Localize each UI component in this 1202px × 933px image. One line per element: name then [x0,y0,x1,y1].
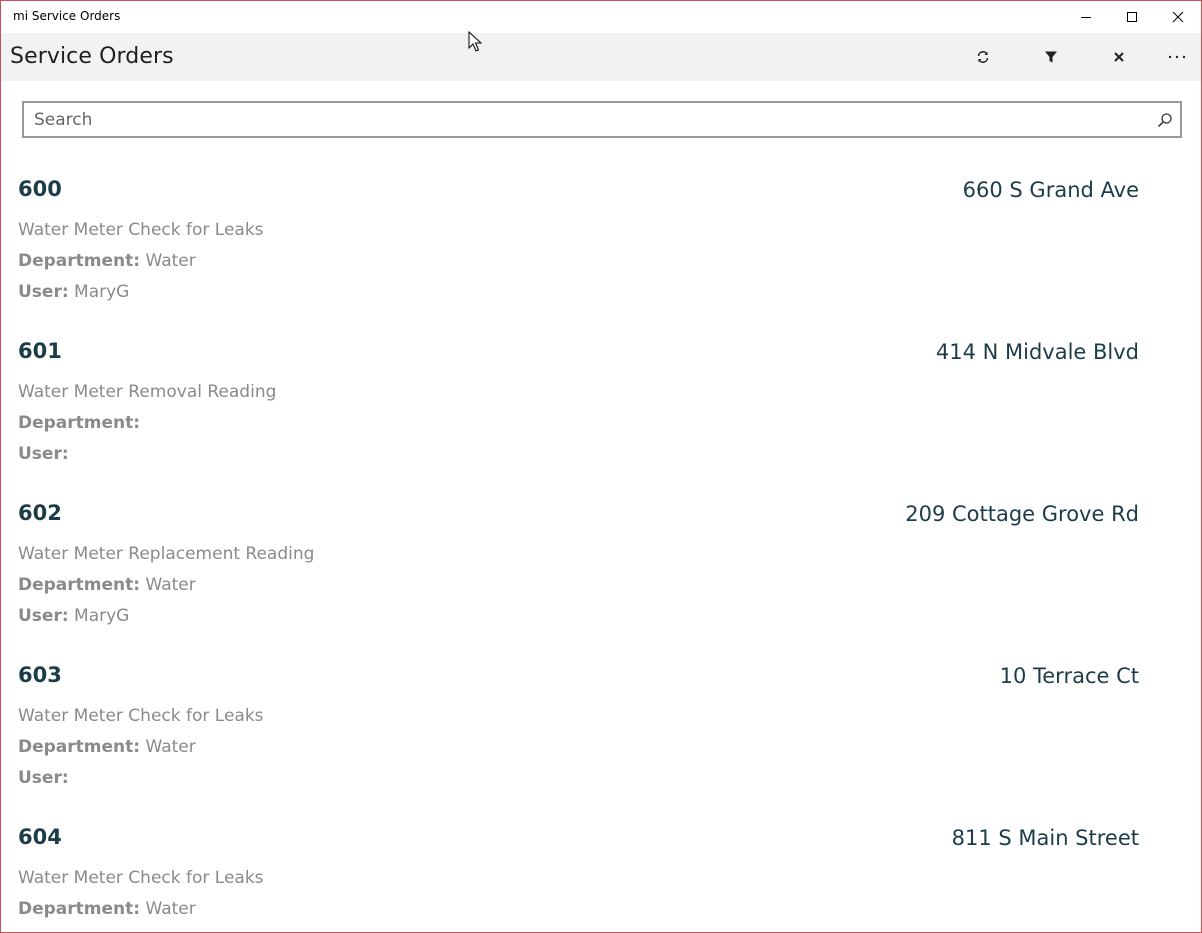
window-close-button[interactable] [1155,1,1201,33]
search-box [22,101,1182,138]
order-user: User: MaryG [18,282,129,302]
user-label: User: [18,282,69,302]
user-value: MaryG [74,282,130,302]
window-title: mi Service Orders [13,9,121,23]
order-number: 602 [18,501,62,525]
more-icon [1168,55,1186,59]
user-label: User: [18,768,69,788]
user-label: User: [18,606,69,626]
service-order-item[interactable]: 603 10 Terrace Ct Water Meter Check for … [1,649,1201,811]
order-number: 603 [18,663,62,687]
department-value: Water [145,899,196,919]
department-value: Water [145,737,196,757]
refresh-button[interactable] [959,33,1007,81]
order-department: Department: Water [18,575,196,595]
department-label: Department: [18,737,141,757]
refresh-icon [977,51,989,63]
department-value: Water [145,251,196,271]
order-department: Department: Water [18,737,196,757]
order-number: 601 [18,339,62,363]
order-address: 414 N Midvale Blvd [935,340,1139,364]
order-department: Department: Water [18,899,196,919]
search-icon[interactable] [1156,111,1174,129]
order-number: 600 [18,177,62,201]
order-description: Water Meter Check for Leaks [18,220,264,240]
order-description: Water Meter Check for Leaks [18,706,264,726]
order-user: User: [18,444,69,464]
order-address: 209 Cottage Grove Rd [905,502,1139,526]
order-description: Water Meter Removal Reading [18,382,277,402]
order-description: Water Meter Check for Leaks [18,868,264,888]
filter-button[interactable] [1027,33,1075,81]
order-address: 660 S Grand Ave [962,178,1139,202]
mouse-pointer-icon [468,31,482,52]
close-icon [1114,52,1124,62]
maximize-button[interactable] [1109,1,1155,33]
service-order-item[interactable]: 602 209 Cottage Grove Rd Water Meter Rep… [1,487,1201,649]
service-order-item[interactable]: 604 811 S Main Street Water Meter Check … [1,811,1201,932]
title-bar: mi Service Orders [1,1,1201,33]
filter-icon [1045,51,1057,63]
page-title: Service Orders [10,44,174,69]
app-window: mi Service Orders Service Orders Search … [0,0,1202,933]
command-bar: Service Orders [1,33,1201,81]
search-input[interactable] [24,103,1144,136]
order-address: 10 Terrace Ct [999,664,1139,688]
order-department: Department: Water [18,251,196,271]
user-label: User: [18,444,69,464]
minimize-icon [1081,17,1091,18]
order-address: 811 S Main Street [951,826,1139,850]
service-order-item[interactable]: 600 660 S Grand Ave Water Meter Check fo… [1,163,1201,325]
close-icon [1172,11,1184,23]
department-label: Department: [18,251,141,271]
order-user: User: [18,768,69,788]
order-department: Department: [18,413,140,433]
minimize-button[interactable] [1063,1,1109,33]
more-button[interactable] [1153,33,1201,81]
maximize-icon [1127,12,1137,22]
department-label: Department: [18,575,141,595]
order-user: User: MaryG [18,606,129,626]
department-label: Department: [18,899,141,919]
order-description: Water Meter Replacement Reading [18,544,315,564]
service-order-list: 600 660 S Grand Ave Water Meter Check fo… [1,163,1201,932]
department-label: Department: [18,413,141,433]
department-value: Water [145,575,196,595]
user-value: MaryG [74,606,130,626]
service-order-item[interactable]: 601 414 N Midvale Blvd Water Meter Remov… [1,325,1201,487]
clear-button[interactable] [1095,33,1143,81]
order-number: 604 [18,825,62,849]
